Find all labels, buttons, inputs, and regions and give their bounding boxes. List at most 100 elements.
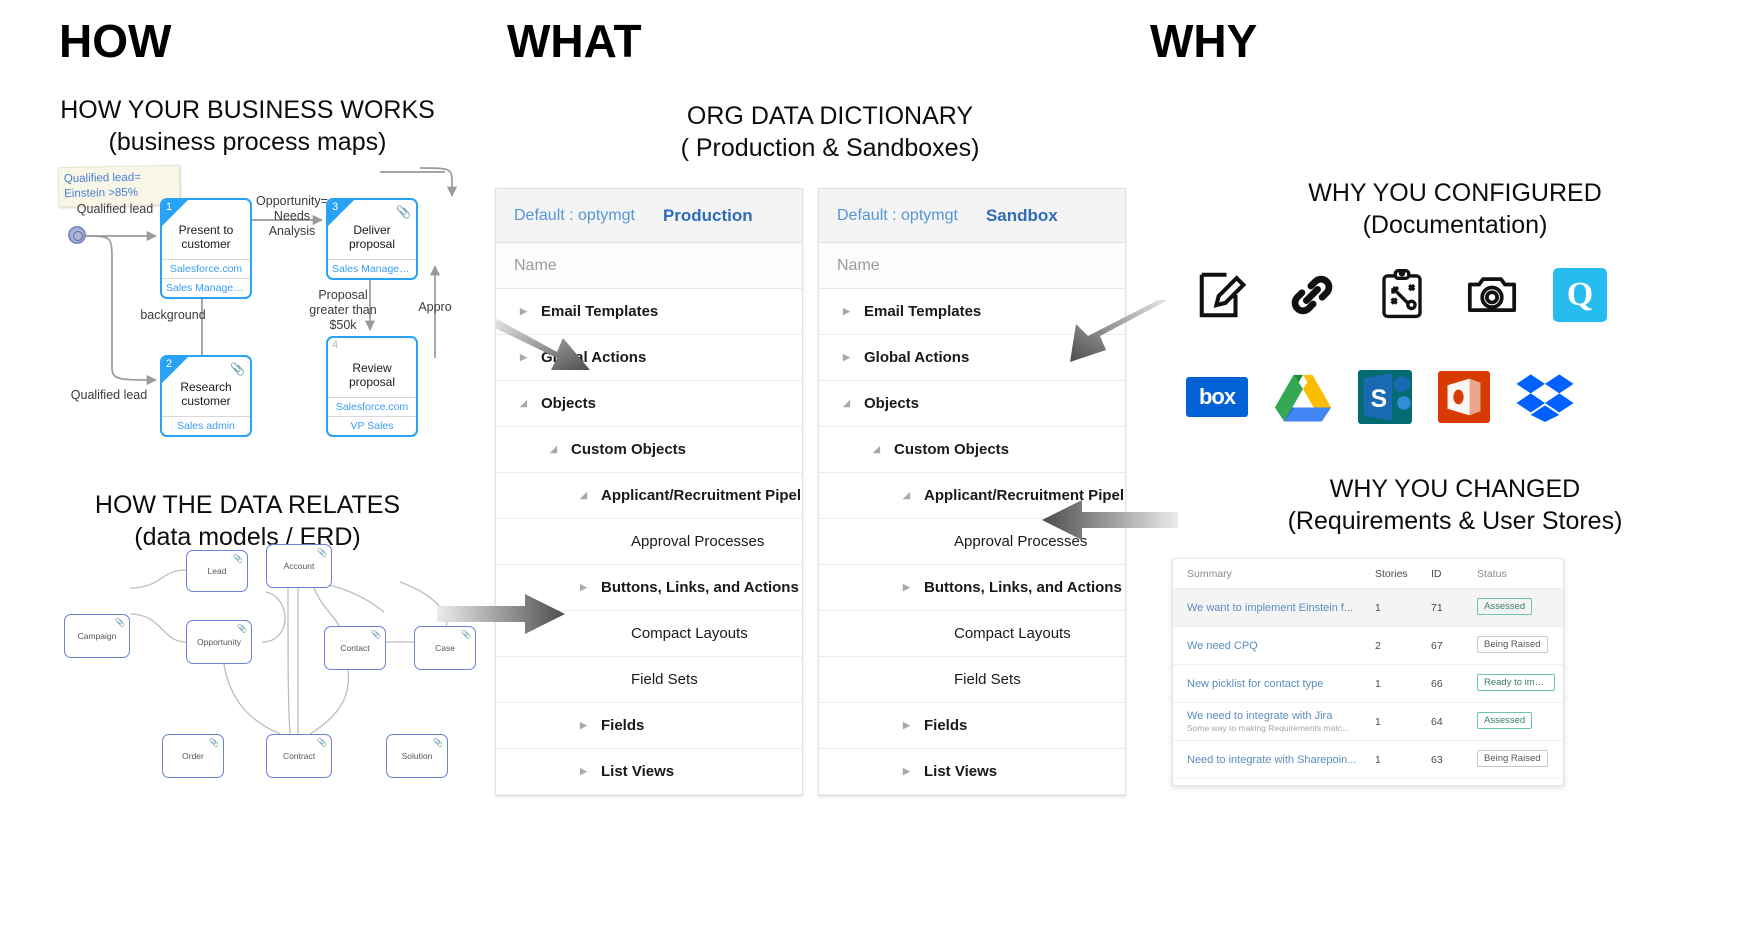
dictionary-tree-row-label: Compact Layouts [631,625,748,642]
clipboard-strategy-icon[interactable] [1373,266,1431,324]
link-chain-icon[interactable] [1283,266,1341,324]
requirement-status-cell: Being Raised [1477,749,1559,770]
dictionary-tree-row[interactable]: Field Sets [496,657,802,703]
quip-logo[interactable]: Q [1553,268,1607,322]
panel-default-label[interactable]: Default : optymgt [514,207,635,225]
bpm-node-2[interactable]: 2 📎 Research customer Sales admin [160,355,252,437]
dictionary-tree-row-label: Field Sets [954,671,1021,688]
erd-entity-solution[interactable]: 📎 Solution [386,734,448,778]
erd-entity-campaign[interactable]: 📎 Campaign [64,614,130,658]
dictionary-tree-row[interactable]: ◢ Objects [819,381,1125,427]
caret-right-icon[interactable]: ▶ [580,583,594,592]
dropbox-logo[interactable] [1516,368,1574,426]
dictionary-panel-sandbox[interactable]: Default : optymgt Sandbox Name ▶ Email Te… [818,188,1126,796]
paperclip-icon: 📎 [209,738,219,747]
edit-note-icon[interactable] [1193,266,1251,324]
caret-down-icon[interactable]: ◢ [580,491,594,500]
caret-right-icon[interactable]: ▶ [903,583,917,592]
bpm-label-qualified-lead-bottom: Qualified lead [70,388,148,402]
caret-down-icon[interactable]: ◢ [903,491,917,500]
camera-icon[interactable] [1463,266,1521,324]
requirement-summary-link[interactable]: Need to integrate with Sharepoin... [1187,754,1375,766]
bpm-node-4[interactable]: 4 Review proposal Salesforce.com VP Sale… [326,336,418,437]
dictionary-tree-row-label: Fields [601,717,645,734]
changed-title-block: WHY YOU CHANGED (Requirements & User Sto… [1155,474,1755,537]
dictionary-tree-row-label: Global Actions [864,349,970,366]
caret-down-icon[interactable]: ◢ [873,445,887,454]
bpm-node-owner: Sales admin [162,415,250,435]
requirement-summary-link[interactable]: New picklist for contact type [1187,678,1375,690]
dictionary-tree-row[interactable]: ◢ Custom Objects [819,427,1125,473]
paperclip-icon: 📎 [317,548,327,557]
dictionary-tree-row[interactable]: Approval Processes [496,519,802,565]
caret-right-icon[interactable]: ▶ [843,307,857,316]
bpm-label-background: background [140,308,206,322]
dictionary-tree-row[interactable]: ▶ List Views [496,749,802,795]
requirement-summary-link[interactable]: We want to implement Einstein f... [1187,602,1375,614]
erd-entity-lead[interactable]: 📎 Lead [186,550,248,592]
requirement-summary-link[interactable]: We need CPQ [1187,640,1375,652]
panel-name-column-header: Name [819,243,1125,289]
paperclip-icon: 📎 [230,362,245,376]
panel-header: Default : optymgt Production [496,189,802,243]
erd-entity-order[interactable]: 📎 Order [162,734,224,778]
bpm-node-system: Salesforce.com [328,396,416,416]
erd-entity-contract[interactable]: 📎 Contract [266,734,332,778]
requirement-id-cell: 66 [1431,677,1443,690]
arrow-to-sandbox-global-actions [1070,300,1168,362]
box-logo[interactable]: box [1186,377,1248,417]
dictionary-tree-row[interactable]: ◢ Applicant/Recruitment Pipeline [496,473,802,519]
requirement-summary-link[interactable]: We need to integrate with Jira [1187,710,1375,722]
erd-entity-account[interactable]: 📎 Account [266,544,332,588]
caret-right-icon[interactable]: ▶ [580,767,594,776]
google-drive-logo[interactable] [1274,368,1332,426]
business-process-map: Qualified lead= Einstein >85% Qualified … [40,158,490,458]
caret-down-icon[interactable]: ◢ [520,399,534,408]
status-badge: Ready to implen [1477,673,1555,691]
dictionary-tree-row-label: Field Sets [631,671,698,688]
requirements-table-body: We want to implement Einstein f... 1 71 Ass… [1173,589,1563,779]
requirements-table-row[interactable]: Need to integrate with Sharepoin... 1 63 Be… [1173,741,1563,779]
dictionary-panel-production[interactable]: Default : optymgt Production Name ▶ Email… [495,188,803,796]
requirement-id-cell: 67 [1431,639,1443,652]
dictionary-tree-row[interactable]: Compact Layouts [819,611,1125,657]
requirement-id-cell: 71 [1431,601,1443,614]
bpm-label-opportunity: Opportunity= Needs Analysis [256,194,328,238]
column-heading-why: WHY [1150,15,1258,67]
caret-down-icon[interactable]: ◢ [843,399,857,408]
dictionary-tree-row[interactable]: ▶ Fields [496,703,802,749]
bpm-node-1[interactable]: 1 Present to customer Salesforce.com Sal… [160,198,252,299]
requirements-table-row[interactable]: We want to implement Einstein f... 1 71 Ass… [1173,589,1563,627]
office365-logo[interactable] [1438,371,1490,423]
sharepoint-logo[interactable]: S [1358,370,1412,424]
caret-right-icon[interactable]: ▶ [580,721,594,730]
dictionary-tree-row-label: Fields [924,717,968,734]
dictionary-tree-row-label: Objects [864,395,920,412]
data-relates-subtitle: (data models / ERD) [134,522,361,551]
erd-entity-contact[interactable]: 📎 Contact [324,626,386,670]
caret-right-icon[interactable]: ▶ [520,307,534,316]
caret-right-icon[interactable]: ▶ [843,353,857,362]
caret-down-icon[interactable]: ◢ [550,445,564,454]
svg-text:S: S [1371,386,1388,413]
requirement-status-cell: Ready to implen [1477,673,1559,694]
panel-default-label[interactable]: Default : optymgt [837,207,958,225]
caret-right-icon[interactable]: ▶ [903,721,917,730]
dictionary-tree-row[interactable]: ▶ Buttons, Links, and Actions [819,565,1125,611]
bpm-node-system: Salesforce.com [162,258,250,278]
dictionary-tree-row[interactable]: Field Sets [819,657,1125,703]
bpm-node-3[interactable]: 3 📎 Deliver proposal Sales Managem… [326,198,418,280]
requirements-table[interactable]: Summary Stories ID Status We want to imp… [1172,558,1564,786]
business-process-title-block: HOW YOUR BUSINESS WORKS (business proces… [0,95,495,158]
dictionary-tree-row[interactable]: ▶ List Views [819,749,1125,795]
erd-entity-opportunity[interactable]: 📎 Opportunity [186,620,252,664]
dictionary-tree-row[interactable]: ◢ Custom Objects [496,427,802,473]
dictionary-tree-row[interactable]: ▶ Fields [819,703,1125,749]
requirements-table-row[interactable]: We need to integrate with Jira Some way t… [1173,703,1563,741]
bpm-label-approved: Appro [418,300,452,314]
requirements-table-row[interactable]: We need CPQ 2 67 Being Raised [1173,627,1563,665]
requirements-table-row[interactable]: New picklist for contact type 1 66 Ready to… [1173,665,1563,703]
caret-right-icon[interactable]: ▶ [903,767,917,776]
requirement-stories-cell: 1 [1375,715,1381,728]
erd-diagram: 📎 Campaign 📎 Lead 📎 Account 📎 Opportunity 📎 C… [52,544,476,802]
